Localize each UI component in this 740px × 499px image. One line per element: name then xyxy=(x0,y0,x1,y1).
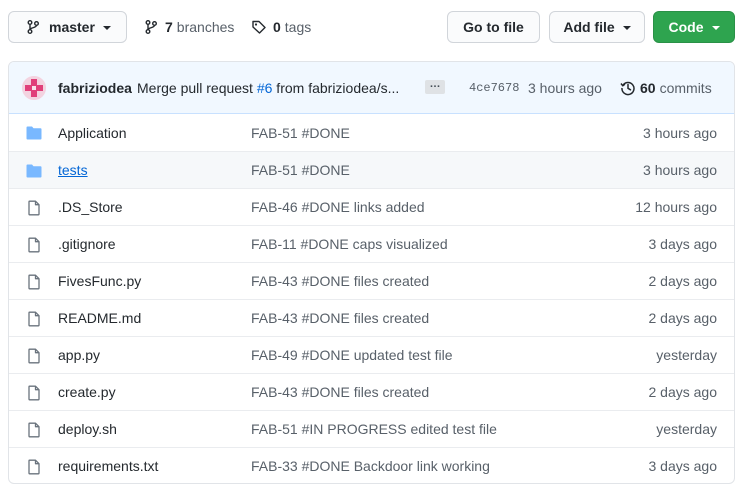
file-commit-time: 3 hours ago xyxy=(643,124,717,141)
git-branch-icon xyxy=(27,20,39,34)
file-row[interactable]: Application FAB-51 #DONE 3 hours ago xyxy=(9,114,734,151)
latest-commit-bar: fabriziodea Merge pull request #6 from f… xyxy=(9,62,734,114)
commit-message-prefix: Merge pull request xyxy=(137,79,257,96)
add-file-label: Add file xyxy=(563,19,615,35)
file-commit-time: yesterday xyxy=(656,421,717,437)
branches-count: 7 xyxy=(165,19,173,35)
expand-message-button[interactable]: … xyxy=(425,79,445,94)
file-commit-message[interactable]: FAB-43 #DONE files created xyxy=(251,384,429,400)
file-commit-message[interactable]: FAB-43 #DONE files created xyxy=(251,310,429,326)
add-file-button[interactable]: Add file xyxy=(549,11,645,43)
commits-label: commits xyxy=(659,79,712,96)
file-icon xyxy=(26,385,42,401)
file-row[interactable]: create.py FAB-43 #DONE files created 2 d… xyxy=(9,373,734,410)
file-name[interactable]: README.md xyxy=(58,310,141,326)
file-icon xyxy=(26,311,42,327)
file-row[interactable]: tests FAB-51 #DONE 3 hours ago xyxy=(9,151,734,188)
file-name[interactable]: requirements.txt xyxy=(58,458,158,474)
file-name[interactable]: create.py xyxy=(58,384,116,400)
file-icon xyxy=(26,459,42,475)
commit-sha[interactable]: 4ce7678 xyxy=(469,81,519,95)
code-label: Code xyxy=(668,19,704,35)
branch-select-button[interactable]: master xyxy=(8,11,127,43)
history-icon xyxy=(620,81,635,95)
commit-author[interactable]: fabriziodea xyxy=(58,80,132,96)
file-commit-time: 2 days ago xyxy=(648,273,718,289)
chevron-down-icon xyxy=(622,26,631,30)
code-button[interactable]: Code xyxy=(653,11,735,43)
file-list: Application FAB-51 #DONE 3 hours ago tes… xyxy=(9,114,734,483)
file-icon xyxy=(26,348,42,364)
file-commit-message[interactable]: FAB-43 #DONE files created xyxy=(251,273,429,289)
file-name[interactable]: tests xyxy=(58,162,88,178)
file-commit-message[interactable]: FAB-46 #DONE links added xyxy=(251,199,425,215)
file-commit-time: 12 hours ago xyxy=(635,199,717,215)
file-row[interactable]: deploy.sh FAB-51 #IN PROGRESS edited tes… xyxy=(9,410,734,447)
folder-icon xyxy=(26,125,42,141)
git-branch-icon xyxy=(145,20,157,34)
file-commit-message[interactable]: FAB-33 #DONE Backdoor link working xyxy=(251,458,490,474)
tag-icon xyxy=(252,20,266,34)
file-icon xyxy=(26,422,42,438)
file-row[interactable]: README.md FAB-43 #DONE files created 2 d… xyxy=(9,299,734,336)
chevron-down-icon xyxy=(711,26,720,30)
file-name[interactable]: .gitignore xyxy=(58,236,116,252)
file-commit-time: 3 hours ago xyxy=(643,162,717,178)
folder-icon xyxy=(26,163,42,179)
commit-message[interactable]: Merge pull request #6 from fabriziodea/s… xyxy=(137,80,413,96)
pull-request-link[interactable]: #6 xyxy=(257,80,273,96)
file-name[interactable]: Application xyxy=(58,125,127,141)
file-icon xyxy=(26,274,42,290)
file-browser: fabriziodea Merge pull request #6 from f… xyxy=(8,61,735,484)
file-commit-time: yesterday xyxy=(656,347,717,363)
branches-link[interactable]: 7 branches xyxy=(143,11,234,43)
file-row[interactable]: .gitignore FAB-11 #DONE caps visualized … xyxy=(9,225,734,262)
file-commit-time: 2 days ago xyxy=(648,310,718,326)
tags-label: tags xyxy=(284,19,312,35)
tags-link[interactable]: 0 tags xyxy=(251,11,311,43)
file-commit-time: 3 days ago xyxy=(648,458,718,474)
file-row[interactable]: FivesFunc.py FAB-43 #DONE files created … xyxy=(9,262,734,299)
file-row[interactable]: app.py FAB-49 #DONE updated test file ye… xyxy=(9,336,734,373)
branch-name: master xyxy=(49,19,95,35)
avatar[interactable] xyxy=(22,76,46,100)
file-name[interactable]: deploy.sh xyxy=(58,421,117,437)
file-commit-message[interactable]: FAB-51 #DONE xyxy=(251,162,350,178)
file-name[interactable]: FivesFunc.py xyxy=(58,273,141,289)
file-icon xyxy=(26,200,42,216)
tags-count: 0 xyxy=(273,19,281,35)
commit-time: 3 hours ago xyxy=(528,79,602,96)
file-commit-message[interactable]: FAB-49 #DONE updated test file xyxy=(251,347,453,363)
commits-count: 60 xyxy=(640,79,656,96)
file-commit-time: 2 days ago xyxy=(648,384,718,400)
file-icon xyxy=(26,237,42,253)
go-to-file-button[interactable]: Go to file xyxy=(447,11,540,43)
file-commit-time: 3 days ago xyxy=(648,236,718,252)
chevron-down-icon xyxy=(102,26,111,30)
repo-toolbar: master 7 branches 0 tags Go to file Add … xyxy=(8,11,735,43)
commit-message-suffix: from fabriziodea/s... xyxy=(272,79,400,96)
branches-label: branches xyxy=(176,19,235,35)
file-commit-message[interactable]: FAB-51 #DONE xyxy=(251,125,350,141)
commits-history-link[interactable]: 60 commits xyxy=(620,80,712,96)
file-row[interactable]: requirements.txt FAB-33 #DONE Backdoor l… xyxy=(9,447,734,483)
file-commit-message[interactable]: FAB-51 #IN PROGRESS edited test file xyxy=(251,421,497,437)
file-commit-message[interactable]: FAB-11 #DONE caps visualized xyxy=(251,236,448,252)
file-name[interactable]: .DS_Store xyxy=(58,199,123,215)
file-row[interactable]: .DS_Store FAB-46 #DONE links added 12 ho… xyxy=(9,188,734,225)
file-name[interactable]: app.py xyxy=(58,347,100,363)
